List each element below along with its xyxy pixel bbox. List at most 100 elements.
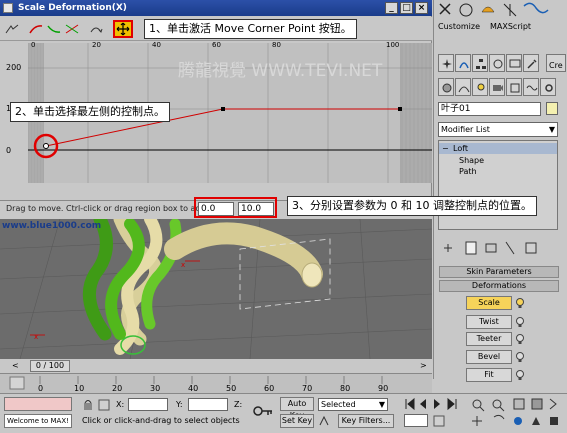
- callout-step-2: 2、单击选择最左侧的控制点。: [10, 102, 170, 122]
- control-point-first[interactable]: [43, 143, 49, 149]
- set-key-button[interactable]: Set Key: [280, 414, 314, 428]
- status-hint: Drag to move. Ctrl-click or drag region …: [6, 204, 217, 213]
- track-tick-50: 50: [226, 384, 237, 393]
- helper-icon: [510, 83, 520, 93]
- create-tools-row: Cre: [434, 54, 567, 76]
- camera-icon: [493, 85, 503, 91]
- tab-motion[interactable]: [489, 54, 505, 72]
- z-coord-label: Z:: [234, 400, 243, 409]
- status-bar: Welcome to MAX! X: Y: Z: Click or click-…: [0, 393, 567, 433]
- lights-category[interactable]: [472, 78, 488, 96]
- window-title: Scale Deformation(X): [18, 3, 127, 13]
- deform-teeter-button[interactable]: Teeter: [466, 332, 512, 346]
- hierarchy-icon: [476, 59, 486, 69]
- time-config-icon[interactable]: [432, 414, 448, 428]
- tab-modify[interactable]: [455, 54, 471, 72]
- create-partial-label[interactable]: Cre: [546, 54, 566, 72]
- tab-hierarchy[interactable]: [472, 54, 488, 72]
- sphere-icon: [442, 83, 452, 93]
- minimize-button[interactable]: _: [385, 2, 398, 14]
- key-filters-button[interactable]: Key Filters...: [338, 414, 394, 428]
- track-tick-70: 70: [302, 384, 313, 393]
- perspective-viewport[interactable]: x x: [0, 219, 432, 359]
- time-prev-icon[interactable]: <: [12, 361, 19, 370]
- spacewarps-category[interactable]: [523, 78, 539, 96]
- display-monitor-icon: [509, 59, 521, 68]
- modifier-list-dropdown[interactable]: Modifier List ▼: [438, 122, 558, 137]
- track-bar[interactable]: 0 10 20 30 40 50 60 70 80 90: [0, 373, 432, 393]
- callout-step-3: 3、分别设置参数为 0 和 10 调整控制点的位置。: [287, 196, 537, 216]
- systems-category[interactable]: [540, 78, 556, 96]
- rollout-deformations[interactable]: Deformations: [439, 280, 559, 292]
- time-slider-thumb[interactable]: 0 / 100: [30, 360, 70, 372]
- make-symmetrical-button[interactable]: [2, 20, 22, 38]
- key-mode-icon[interactable]: [318, 415, 332, 427]
- teeter-enable-bulb-icon[interactable]: [515, 333, 525, 345]
- selected-label: Selected: [321, 400, 356, 409]
- modify-arc-icon: [459, 62, 469, 69]
- geometry-category[interactable]: [438, 78, 454, 96]
- x-coord-field[interactable]: [128, 398, 168, 411]
- viewport-nav-controls[interactable]: [470, 397, 562, 429]
- rollout-skin-parameters[interactable]: Skin Parameters: [439, 266, 559, 278]
- gear-icon: [545, 84, 553, 92]
- window-title-bar[interactable]: Scale Deformation(X) _ □ ×: [0, 0, 432, 16]
- key-icon[interactable]: [252, 404, 274, 418]
- control-point-last[interactable]: [398, 107, 402, 111]
- scale-enable-bulb-icon[interactable]: [515, 297, 525, 309]
- playback-controls[interactable]: [404, 397, 468, 411]
- twist-enable-bulb-icon[interactable]: [515, 316, 525, 328]
- cameras-category[interactable]: [489, 78, 505, 96]
- object-color-swatch[interactable]: [546, 102, 558, 115]
- current-frame-field[interactable]: [404, 414, 428, 427]
- sparkle-icon: [442, 59, 452, 69]
- y-label-200: 200: [6, 63, 22, 72]
- stack-item-shape[interactable]: Shape: [439, 155, 557, 166]
- time-slider[interactable]: 0 / 100 < >: [0, 359, 432, 373]
- display-x-axis-button[interactable]: [26, 20, 46, 38]
- shapes-category[interactable]: [455, 78, 471, 96]
- x-tick-0: 0: [31, 41, 36, 49]
- swap-curves-button[interactable]: [86, 20, 106, 38]
- deform-twist-button[interactable]: Twist: [466, 315, 512, 329]
- create-categories-row: [434, 78, 567, 100]
- bevel-enable-bulb-icon[interactable]: [515, 351, 525, 363]
- fit-enable-bulb-icon[interactable]: [515, 369, 525, 381]
- track-tick-30: 30: [150, 384, 161, 393]
- maximize-button[interactable]: □: [400, 2, 413, 14]
- modifier-stack[interactable]: − Loft Shape Path: [438, 140, 558, 230]
- tab-create[interactable]: [438, 54, 454, 72]
- maxscript-listener-mini[interactable]: [4, 397, 72, 411]
- object-name-field[interactable]: 叶子01: [438, 102, 541, 116]
- y-label-0: 0: [6, 146, 12, 155]
- stack-item-loft[interactable]: − Loft: [439, 143, 557, 154]
- tab-utilities[interactable]: [523, 54, 539, 72]
- svg-text:x: x: [34, 333, 38, 341]
- callout-step-1: 1、单击激活 Move Corner Point 按钮。: [144, 19, 357, 39]
- menu-maxscript[interactable]: MAXScript: [490, 22, 531, 31]
- deform-fit-button[interactable]: Fit: [466, 368, 512, 382]
- auto-key-button[interactable]: Auto Key: [280, 397, 314, 420]
- x-tick-100: 100: [386, 41, 400, 49]
- track-tick-20: 20: [112, 384, 123, 393]
- display-xy-axes-button[interactable]: [62, 20, 82, 38]
- stack-item-path[interactable]: Path: [439, 166, 557, 177]
- deform-bevel-button[interactable]: Bevel: [466, 350, 512, 364]
- helpers-category[interactable]: [506, 78, 522, 96]
- deform-scale-button[interactable]: Scale: [466, 296, 512, 310]
- track-tick-90: 90: [378, 384, 389, 393]
- close-button[interactable]: ×: [415, 2, 428, 14]
- y-coord-field[interactable]: [188, 398, 228, 411]
- tab-display[interactable]: [506, 54, 522, 72]
- lock-icon[interactable]: [82, 398, 112, 412]
- track-ruler: [9, 376, 383, 390]
- control-point-middle[interactable]: [221, 107, 225, 111]
- selection-set-dropdown[interactable]: Selected ▼: [318, 398, 388, 411]
- menu-customize[interactable]: Customize: [438, 22, 480, 31]
- display-y-axis-button[interactable]: [44, 20, 64, 38]
- move-control-point-button[interactable]: [113, 20, 133, 38]
- track-tick-60: 60: [264, 384, 275, 393]
- time-next-icon[interactable]: >: [420, 361, 427, 370]
- main-toolbar-icons: Customize MAXScript: [434, 0, 567, 31]
- graph-watermark: 腾龍視覺 WWW.TEVI.NET: [178, 61, 383, 81]
